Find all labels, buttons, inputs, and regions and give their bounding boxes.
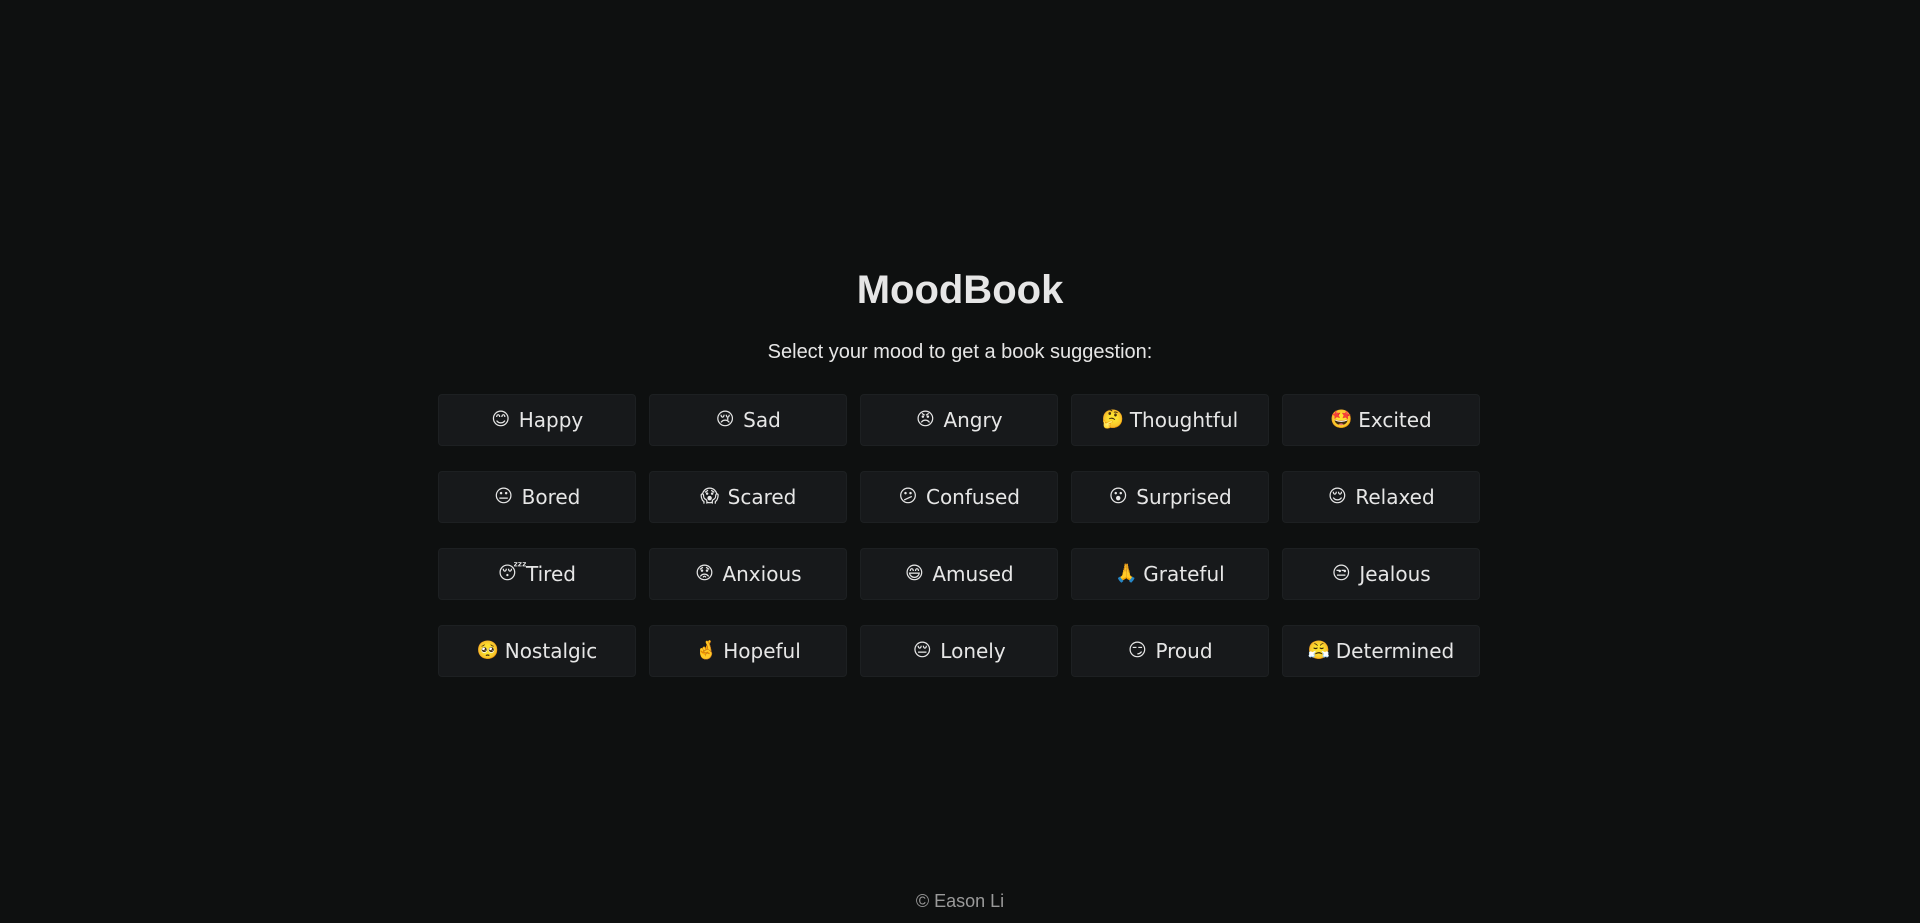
footer-copyright: © Eason Li <box>915 891 1005 911</box>
pleading-face-icon: 🥺 <box>476 640 500 661</box>
grinning-face-icon: 😄 <box>904 563 924 584</box>
mood-button-label: Happy <box>518 408 584 432</box>
mood-button-lonely[interactable]: 😔 Lonely <box>860 625 1058 677</box>
relieved-face-icon: 😌 <box>1327 486 1347 507</box>
page-subtitle: Select your mood to get a book suggestio… <box>767 341 1153 363</box>
page-title: MoodBook <box>856 268 1064 312</box>
mood-button-label: Angry <box>943 408 1003 432</box>
thinking-face-icon: 🤔 <box>1101 409 1125 430</box>
crossed-fingers-icon: 🤞 <box>695 640 718 661</box>
mood-button-bored[interactable]: 😐 Bored <box>438 471 636 523</box>
mood-button-excited[interactable]: 🤩 Excited <box>1282 394 1480 446</box>
angry-face-icon: 😠 <box>916 409 935 430</box>
crying-face-icon: 😢 <box>715 409 735 430</box>
worried-face-icon: 😟 <box>695 563 714 584</box>
sleeping-face-icon: 😴 <box>498 563 527 584</box>
mood-button-label: Surprised <box>1136 485 1232 509</box>
mood-button-jealous[interactable]: 😒 Jealous <box>1282 548 1480 600</box>
mood-button-surprised[interactable]: 😮 Surprised <box>1071 471 1269 523</box>
mood-button-label: Bored <box>521 485 581 509</box>
mood-button-label: Amused <box>932 562 1014 586</box>
mood-button-label: Nostalgic <box>504 639 598 663</box>
mood-button-label: Jealous <box>1359 562 1431 586</box>
star-struck-face-icon: 🤩 <box>1330 409 1353 430</box>
mood-button-happy[interactable]: 😊 Happy <box>438 394 636 446</box>
mood-button-label: Lonely <box>940 639 1006 663</box>
mood-button-label: Hopeful <box>723 639 801 663</box>
mood-button-hopeful[interactable]: 🤞 Hopeful <box>649 625 847 677</box>
mood-button-label: Grateful <box>1143 562 1225 586</box>
mood-button-grateful[interactable]: 🙏 Grateful <box>1071 548 1269 600</box>
mood-button-nostalgic[interactable]: 🥺 Nostalgic <box>438 625 636 677</box>
mood-button-relaxed[interactable]: 😌 Relaxed <box>1282 471 1480 523</box>
mood-button-label: Determined <box>1335 639 1455 663</box>
mood-button-determined[interactable]: 😤 Determined <box>1282 625 1480 677</box>
unamused-face-icon: 😒 <box>1331 563 1351 584</box>
mood-button-label: Scared <box>727 485 797 509</box>
mood-button-label: Relaxed <box>1355 485 1435 509</box>
mood-button-label: Anxious <box>722 562 802 586</box>
mood-button-label: Tired <box>526 562 576 586</box>
steam-face-icon: 😤 <box>1307 640 1331 661</box>
mood-button-label: Thoughtful <box>1129 408 1239 432</box>
pensive-face-icon: 😔 <box>912 640 932 661</box>
smiling-face-icon: 😊 <box>491 409 511 430</box>
mood-button-thoughtful[interactable]: 🤔 Thoughtful <box>1071 394 1269 446</box>
mood-button-angry[interactable]: 😠 Angry <box>860 394 1058 446</box>
screaming-face-icon: 😱 <box>700 486 719 507</box>
mood-button-label: Confused <box>925 485 1020 509</box>
page: MoodBook Select your mood to get a book … <box>0 0 1920 923</box>
mood-button-amused[interactable]: 😄 Amused <box>860 548 1058 600</box>
smirking-face-icon: 😏 <box>1128 640 1147 661</box>
mood-button-scared[interactable]: 😱 Scared <box>649 471 847 523</box>
open-mouth-face-icon: 😮 <box>1108 486 1128 507</box>
mood-button-tired[interactable]: 😴 Tired <box>438 548 636 600</box>
mood-grid: 😊 Happy 😢 Sad 😠 Angry 🤔 Thoughtful 🤩 Excited 😐 Bore… <box>438 394 1482 677</box>
folded-hands-icon: 🙏 <box>1115 563 1138 584</box>
neutral-face-icon: 😐 <box>494 486 513 507</box>
mood-button-label: Proud <box>1155 639 1213 663</box>
mood-button-label: Excited <box>1358 408 1432 432</box>
mood-button-sad[interactable]: 😢 Sad <box>649 394 847 446</box>
mood-button-anxious[interactable]: 😟 Anxious <box>649 548 847 600</box>
mood-button-confused[interactable]: 😕 Confused <box>860 471 1058 523</box>
mood-button-proud[interactable]: 😏 Proud <box>1071 625 1269 677</box>
mood-button-label: Sad <box>743 408 781 432</box>
confused-face-icon: 😕 <box>898 486 918 507</box>
